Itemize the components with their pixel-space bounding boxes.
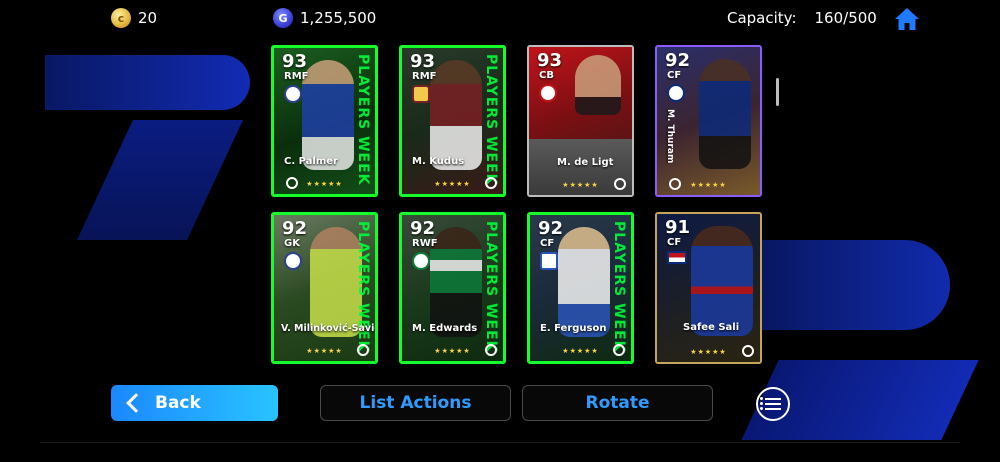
player-image: [699, 59, 751, 169]
list-icon-line: [760, 407, 781, 410]
bg-shape: [45, 55, 250, 110]
coins-value: 20: [138, 9, 158, 27]
card-position: CF: [667, 237, 682, 248]
card-name: M. Thuram: [665, 109, 675, 164]
club-badge-icon: [412, 252, 430, 270]
list-icon: [760, 397, 781, 400]
club-badge-icon: [412, 85, 430, 103]
card-name: M. Kudus: [412, 156, 465, 167]
card-position: RWF: [412, 238, 438, 249]
card-banner: PLAYERS WEEK: [611, 221, 627, 353]
card-position: CF: [540, 238, 555, 249]
player-card[interactable]: PLAYERS WEEK 92 RWF M. Edwards ★★★★★: [399, 212, 506, 364]
card-stars: ★★★★★: [562, 181, 599, 189]
card-name: E. Ferguson: [540, 323, 607, 334]
flag-icon: [667, 251, 687, 264]
card-position: RMF: [412, 71, 437, 82]
card-position: RMF: [284, 71, 309, 82]
card-position: CB: [539, 70, 554, 81]
list-icon-line: [760, 402, 781, 405]
club-badge-icon: [284, 85, 302, 103]
card-banner: PLAYERS WEEK: [483, 54, 499, 186]
coin-icon: c: [111, 8, 131, 28]
player-image: [558, 227, 610, 337]
capacity-display: Capacity: 160/500: [727, 6, 877, 30]
club-badge-icon: [284, 252, 302, 270]
divider: [40, 442, 960, 443]
back-button-label: Back: [155, 393, 201, 413]
card-rating: 93: [410, 51, 436, 72]
card-stars: ★★★★★: [434, 347, 471, 355]
player-image: [575, 55, 621, 115]
gp-icon: G: [273, 8, 293, 28]
list-actions-button[interactable]: List Actions: [320, 385, 511, 421]
chevron-left-icon: [126, 393, 146, 413]
rotate-button[interactable]: Rotate: [522, 385, 713, 421]
card-name: M. Edwards: [412, 323, 478, 334]
player-card[interactable]: PLAYERS WEEK 93 RMF C. Palmer ★★★★★: [271, 45, 378, 197]
card-banner: PLAYERS WEEK: [355, 54, 371, 186]
player-image: [430, 60, 482, 170]
card-name: C. Palmer: [284, 156, 338, 167]
card-position: CF: [667, 70, 682, 81]
player-card[interactable]: 93 CB M. de Ligt ★★★★★: [527, 45, 634, 197]
card-name: Safee Sali: [683, 322, 740, 333]
gp-display: G 1,255,500: [273, 6, 376, 30]
capacity-value: 160/500: [814, 9, 877, 27]
back-button[interactable]: Back: [111, 385, 278, 421]
player-image: [691, 226, 753, 336]
player-card[interactable]: 91 CF Safee Sali ★★★★★: [655, 212, 762, 364]
card-rating: 93: [537, 50, 563, 71]
card-stars: ★★★★★: [306, 180, 343, 188]
list-actions-label: List Actions: [359, 393, 472, 413]
scrollbar[interactable]: [776, 78, 779, 106]
player-image: [302, 60, 354, 170]
capacity-label: Capacity:: [727, 9, 797, 27]
card-rating: 93: [282, 51, 308, 72]
club-badge-icon: [539, 84, 557, 102]
card-rating: 92: [410, 218, 436, 239]
card-rating: 92: [538, 218, 564, 239]
card-position: GK: [284, 238, 300, 249]
card-stars: ★★★★★: [690, 181, 727, 189]
bg-shape: [735, 240, 950, 330]
home-icon[interactable]: [894, 6, 920, 32]
club-badge-icon: [540, 252, 558, 270]
player-card[interactable]: PLAYERS WEEK 93 RMF M. Kudus ★★★★★: [399, 45, 506, 197]
card-stars: ★★★★★: [690, 348, 727, 356]
player-card[interactable]: PLAYERS WEEK 92 GK V. Milinković-Savić ★…: [271, 212, 378, 364]
player-card[interactable]: PLAYERS WEEK 92 CF E. Ferguson ★★★★★: [527, 212, 634, 364]
list-menu-button[interactable]: [756, 387, 790, 421]
card-stars: ★★★★★: [562, 347, 599, 355]
card-rating: 92: [282, 218, 308, 239]
card-rating: 92: [665, 50, 691, 71]
card-rating: 91: [665, 217, 691, 238]
card-stars: ★★★★★: [306, 347, 343, 355]
card-banner: PLAYERS WEEK: [483, 221, 499, 353]
rotate-label: Rotate: [585, 393, 650, 413]
card-stars: ★★★★★: [434, 180, 471, 188]
player-card[interactable]: 92 CF M. Thuram ★★★★★: [655, 45, 762, 197]
card-name: M. de Ligt: [557, 157, 614, 168]
coins-display: c 20: [111, 6, 157, 30]
bg-shape: [77, 120, 243, 240]
gp-value: 1,255,500: [300, 9, 377, 27]
club-badge-icon: [667, 84, 685, 102]
card-name: V. Milinković-Savić: [281, 323, 378, 334]
